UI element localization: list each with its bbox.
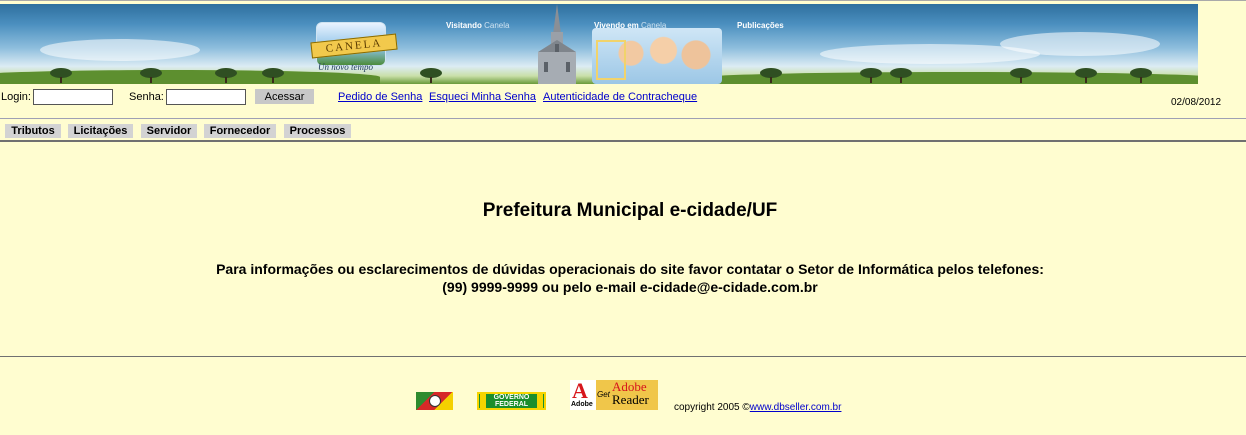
tree-icon — [420, 68, 442, 83]
governo-federal-logo[interactable]: GOVERNO FEDERAL — [477, 392, 546, 410]
church-icon — [538, 4, 576, 84]
footer-divider — [0, 356, 1246, 357]
header-banner: CANELA Un novo tempo Visitando Canela Vi… — [0, 4, 1198, 84]
menu-licitacoes[interactable]: Licitações — [68, 124, 133, 138]
logo-stripe — [537, 394, 543, 408]
tree-icon — [140, 68, 162, 83]
menu-tributos[interactable]: Tributos — [5, 124, 61, 138]
submit-button[interactable]: Acessar — [255, 89, 314, 104]
banner-nav-visitando[interactable]: Visitando Canela — [446, 21, 509, 30]
contact-info-line: Para informações ou esclarecimentos de d… — [216, 261, 1044, 277]
cloud — [1000, 32, 1160, 56]
dbseller-link[interactable]: www.dbseller.com.br — [750, 402, 842, 413]
coat-of-arms-icon — [429, 395, 441, 407]
tree-icon — [215, 68, 237, 83]
copyright: copyright 2005 ©www.dbseller.com.br — [674, 402, 841, 413]
menu-processos[interactable]: Processos — [284, 124, 351, 138]
tree-icon — [1130, 68, 1152, 83]
cloud — [40, 39, 200, 61]
password-label: Senha: — [129, 91, 164, 103]
tree-icon — [1010, 68, 1032, 83]
logo-stripe — [480, 394, 486, 408]
adobe-product-reader: Reader — [612, 392, 649, 407]
paycheck-authenticity-link[interactable]: Autenticidade de Contracheque — [543, 91, 697, 103]
login-label: Login: — [1, 91, 31, 103]
forgot-password-link[interactable]: Esqueci Minha Senha — [429, 91, 536, 103]
menu-fornecedor[interactable]: Fornecedor — [204, 124, 276, 138]
menu-bar: Tributos Licitações Servidor Fornecedor … — [0, 120, 1246, 142]
password-input[interactable] — [166, 89, 246, 105]
adobe-small-text: Adobe — [571, 401, 593, 408]
menu-servidor[interactable]: Servidor — [141, 124, 197, 138]
login-input[interactable] — [33, 89, 113, 105]
banner-nav-publicacoes[interactable]: Publicações — [737, 21, 784, 30]
photo-frame — [596, 40, 626, 80]
contact-info-line: (99) 9999-9999 ou pelo e-mail e-cidade@e… — [442, 279, 818, 295]
banner-nav-label: Visitando — [446, 21, 482, 30]
password-request-link[interactable]: Pedido de Senha — [338, 91, 422, 103]
copyright-text: copyright 2005 © — [674, 402, 750, 413]
tree-icon — [1075, 68, 1097, 83]
logo-slogan: Un novo tempo — [318, 62, 373, 72]
login-bar: Login: Senha: Acessar Pedido de Senha Es… — [0, 85, 1246, 119]
banner-nav-faint: Canela — [484, 21, 510, 30]
adobe-get-text: Get — [597, 390, 610, 399]
gov-logo-text: GOVERNO FEDERAL — [493, 394, 530, 408]
page-title: Prefeitura Municipal e-cidade/UF — [482, 200, 778, 221]
tree-icon — [50, 68, 72, 83]
rs-flag-icon[interactable] — [416, 392, 453, 410]
contact-info: Para informações ou esclarecimentos de d… — [0, 260, 1246, 296]
banner-nav-label: Publicações — [737, 21, 784, 30]
tree-icon — [262, 68, 284, 83]
current-date: 02/08/2012 — [1171, 97, 1222, 108]
tree-icon — [760, 68, 782, 83]
tree-icon — [890, 68, 912, 83]
adobe-reader-badge[interactable]: A Adobe Get Adobe Reader — [570, 378, 658, 410]
tree-icon — [860, 68, 882, 83]
adobe-logo-icon: A Adobe — [570, 378, 596, 410]
